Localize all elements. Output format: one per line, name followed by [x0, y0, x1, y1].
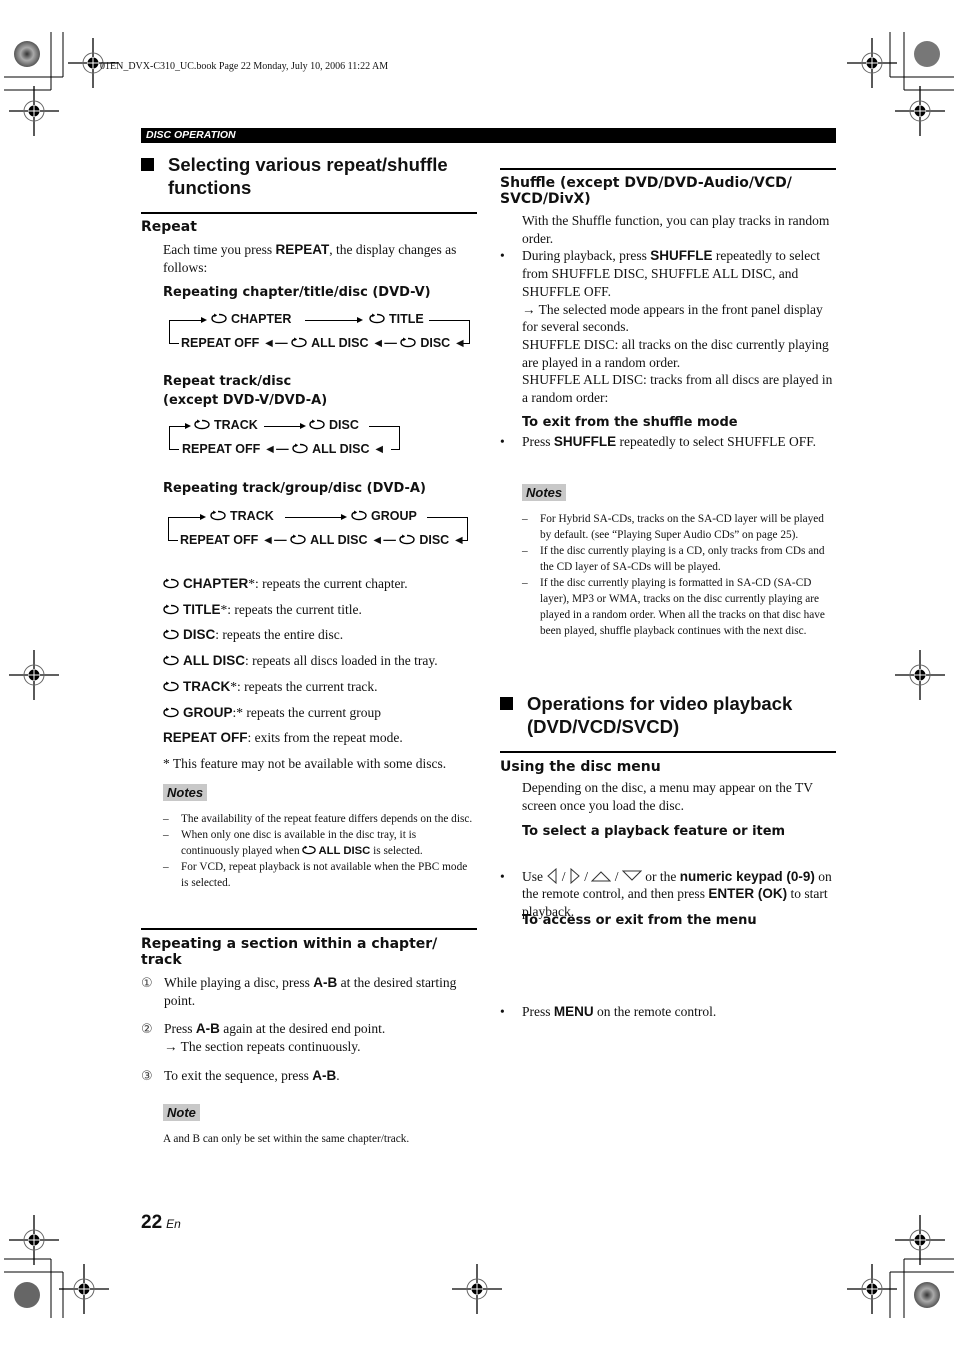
section-heading-video: Operations for video playback (DVD/VCD/S… [500, 692, 840, 738]
definition-item: TITLE*: repeats the current title. [163, 597, 477, 623]
repeat-cycle-icon [291, 337, 307, 348]
subheading-disc-menu: Using the disc menu [500, 759, 661, 775]
repeat-cycle-icon [163, 578, 179, 589]
notes-list: The availability of the repeat feature d… [163, 811, 477, 891]
up-arrow-icon [591, 870, 612, 882]
print-header: 01EN_DVX-C310_UC.book Page 22 Monday, Ju… [100, 61, 389, 72]
definition-item: CHAPTER*: repeats the current chapter. [163, 571, 477, 597]
shuffle-notes-list: For Hybrid SA-CDs, tracks on the SA-CD l… [522, 511, 836, 639]
repeat-cycle-icon [309, 419, 325, 430]
repeat-cycle-icon [292, 443, 308, 454]
diagram3-title: Repeating track/group/disc (DVD-A) [163, 481, 426, 496]
ab-note: A and B can only be set within the same … [163, 1133, 410, 1145]
right-arrow-icon [570, 867, 580, 884]
notes-badge: Notes [522, 484, 567, 502]
footnote: * This feature may not be available with… [163, 755, 447, 771]
down-arrow-icon [621, 870, 643, 881]
exit-shuffle-title: To exit from the shuffle mode [522, 415, 738, 430]
diagram2-title: Repeat track/disc (except DVD-V/DVD-A) [163, 374, 328, 408]
repeat-intro: Each time you press REPEAT, the display … [163, 242, 457, 275]
subheading-shuffle: Shuffle (except DVD/DVD-Audio/VCD/ SVCD/… [500, 175, 792, 207]
subheading-ab-repeat: Repeating a section within a chapter/ tr… [141, 936, 438, 968]
diagram1-title: Repeating chapter/title/disc (DVD-V) [163, 285, 431, 300]
repeat-cycle-icon [194, 419, 210, 430]
repeat-cycle-icon [369, 313, 385, 324]
access-menu-title: To access or exit from the menu [522, 913, 757, 928]
repeat-cycle-icon [163, 629, 179, 640]
divider [141, 212, 477, 214]
step-item: ③ To exit the sequence, press A-B. [141, 1067, 340, 1084]
ab-steps: ① While playing a disc, press A-B at the … [141, 974, 477, 1085]
divider [500, 168, 836, 170]
disc-menu-intro: Depending on the disc, a menu may appear… [522, 780, 813, 813]
repeat-cycle-icon [163, 604, 179, 615]
repeat-definitions: CHAPTER*: repeats the current chapter. T… [163, 571, 477, 777]
page-number: 22 En [141, 1212, 181, 1233]
definition-item: GROUP:* repeats the current group [163, 700, 477, 726]
repeat-diagram-dvda: TRACK GROUP REPEAT OFF ◄— ALL DISC ◄— DI… [163, 503, 478, 553]
section-heading-repeat-shuffle: Selecting various repeat/shuffle functio… [141, 153, 481, 199]
note-item: The availability of the repeat feature d… [163, 811, 477, 827]
definition-item: REPEAT OFF: exits from the repeat mode. [163, 730, 403, 746]
square-bullet-icon [141, 158, 154, 171]
subheading-repeat: Repeat [141, 219, 197, 235]
repeat-cycle-icon [211, 313, 227, 324]
exit-shuffle-text: Press SHUFFLE repeatedly to select SHUFF… [500, 433, 820, 451]
note-item: For Hybrid SA-CDs, tracks on the SA-CD l… [522, 511, 836, 543]
repeat-cycle-icon [163, 681, 179, 692]
access-menu-text: Press MENU on the remote control. [500, 1003, 836, 1021]
note-item: If the disc currently playing is a CD, o… [522, 543, 836, 575]
square-bullet-icon [500, 697, 513, 710]
note-item: For VCD, repeat playback is not availabl… [163, 859, 477, 891]
notes-badge: Notes [163, 784, 208, 802]
repeat-cycle-icon [400, 337, 416, 348]
left-arrow-icon [547, 867, 557, 884]
repeat-cycle-icon [302, 845, 316, 855]
repeat-cycle-icon [351, 510, 367, 521]
repeat-cycle-icon [163, 707, 179, 718]
step-item: ① While playing a disc, press A-B at the … [141, 975, 457, 1008]
step-item: ② Press A-B again at the desired end poin… [141, 1021, 386, 1055]
definition-item: DISC: repeats the entire disc. [163, 622, 477, 648]
repeat-cycle-icon [210, 510, 226, 521]
divider [141, 928, 477, 930]
divider [500, 751, 836, 753]
definition-item: TRACK*: repeats the current track. [163, 674, 477, 700]
repeat-cycle-icon [399, 534, 415, 545]
section-bar: DISC OPERATION [141, 128, 836, 143]
section-bar-label: DISC OPERATION [146, 129, 236, 141]
repeat-diagram-dvdv: CHAPTER TITLE REPEAT OFF ◄— ALL DISC ◄— … [163, 306, 478, 356]
repeat-diagram-track-disc: TRACK DISC REPEAT OFF ◄— ALL DISC ◄ [163, 412, 403, 462]
select-feature-title: To select a playback feature or item [522, 824, 786, 839]
note-item: If the disc currently playing is formatt… [522, 575, 836, 639]
color-rosette-icon [14, 41, 40, 67]
definition-item: ALL DISC: repeats all discs loaded in th… [163, 648, 477, 674]
shuffle-body: With the Shuffle function, you can play … [500, 212, 836, 407]
note-item: When only one disc is available in the d… [163, 827, 477, 859]
repeat-cycle-icon [163, 655, 179, 666]
repeat-cycle-icon [290, 534, 306, 545]
note-badge: Note [163, 1104, 200, 1122]
